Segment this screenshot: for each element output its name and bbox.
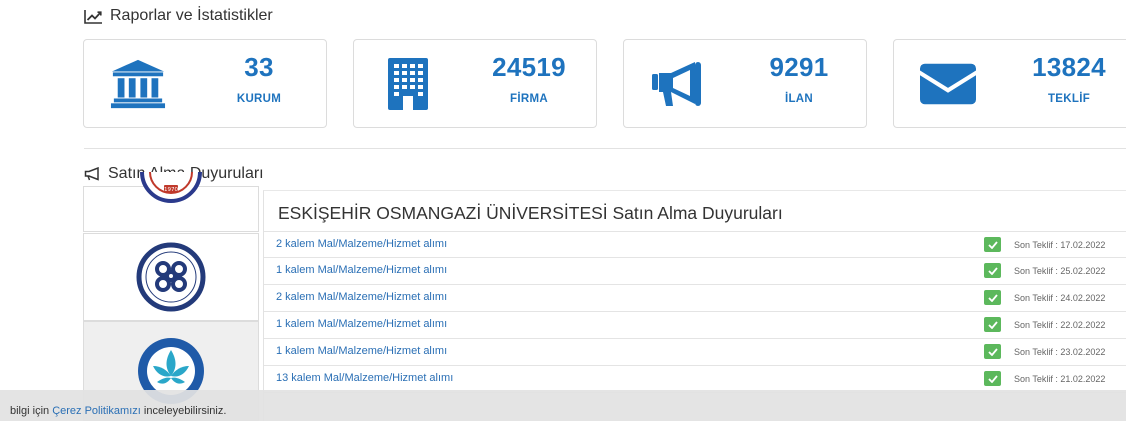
stats-cards: 33 KURUM 24519 FİRMA 9291 İLAN 13824 TEK… <box>83 39 1126 128</box>
deadline-text: Son Teklif : 22.02.2022 <box>1014 320 1106 330</box>
stat-label: TEKLİF <box>1047 93 1091 105</box>
cookie-policy-link[interactable]: Çerez Politikamızı <box>52 405 141 417</box>
check-icon <box>984 317 1001 332</box>
reports-title: Raporlar ve İstatistikler <box>110 7 273 24</box>
announcement-link[interactable]: 13 kalem Mal/Malzeme/Hizmet alımı <box>276 372 453 384</box>
university-seal-icon: 1970 <box>140 171 202 203</box>
list-item: 2 kalem Mal/Malzeme/Hizmet alımı Son Tek… <box>264 285 1126 312</box>
building-icon <box>380 56 436 112</box>
stat-card-offers[interactable]: 13824 TEKLİF <box>893 39 1126 128</box>
deadline-text: Son Teklif : 23.02.2022 <box>1014 347 1106 357</box>
announcement-link[interactable]: 1 kalem Mal/Malzeme/Hizmet alımı <box>276 318 447 330</box>
deadline-text: Son Teklif : 17.02.2022 <box>1014 240 1106 250</box>
announcements-panel: ESKİŞEHİR OSMANGAZİ ÜNİVERSİTESİ Satın A… <box>263 190 1126 421</box>
check-icon <box>984 237 1001 252</box>
announcement-link[interactable]: 1 kalem Mal/Malzeme/Hizmet alımı <box>276 264 447 276</box>
envelope-icon <box>920 56 976 112</box>
deadline-text: Son Teklif : 25.02.2022 <box>1014 266 1106 276</box>
megaphone-outline-icon <box>84 167 101 181</box>
line-chart-icon <box>84 9 103 24</box>
cookie-bar: bilgi için Çerez Politikamızı inceleyebi… <box>0 390 1126 421</box>
list-item: 13 kalem Mal/Malzeme/Hizmet alımı Son Te… <box>264 366 1126 393</box>
check-icon <box>984 371 1001 386</box>
panel-title: ESKİŞEHİR OSMANGAZİ ÜNİVERSİTESİ Satın A… <box>278 203 783 223</box>
section-divider <box>84 148 1126 149</box>
university-seal-icon <box>136 242 206 312</box>
stat-value: 24519 <box>492 52 566 82</box>
stat-value: 13824 <box>1032 52 1106 82</box>
stat-card-institutions[interactable]: 33 KURUM <box>83 39 327 128</box>
announcement-link[interactable]: 1 kalem Mal/Malzeme/Hizmet alımı <box>276 345 447 357</box>
check-icon <box>984 263 1001 278</box>
logo-year: 1970 <box>164 187 178 193</box>
stat-value: 33 <box>244 52 274 82</box>
cookie-text-suffix: inceleyebilirsiniz. <box>140 405 227 417</box>
megaphone-icon <box>650 56 706 112</box>
logo-institution-2[interactable] <box>83 233 259 321</box>
page: Raporlar ve İstatistikler 33 KURUM 24519… <box>0 0 1126 421</box>
check-icon <box>984 344 1001 359</box>
list-item: 1 kalem Mal/Malzeme/Hizmet alımı Son Tek… <box>264 312 1126 339</box>
institution-icon <box>110 56 166 112</box>
stat-label: KURUM <box>236 93 282 105</box>
list-item: 1 kalem Mal/Malzeme/Hizmet alımı Son Tek… <box>264 339 1126 366</box>
stat-card-firms[interactable]: 24519 FİRMA <box>353 39 597 128</box>
cookie-text: bilgi için Çerez Politikamızı inceleyebi… <box>10 405 226 417</box>
announcement-link[interactable]: 2 kalem Mal/Malzeme/Hizmet alımı <box>276 291 447 303</box>
stat-label: İLAN <box>784 93 814 105</box>
deadline-text: Son Teklif : 24.02.2022 <box>1014 293 1106 303</box>
check-icon <box>984 290 1001 305</box>
reports-header: Raporlar ve İstatistikler <box>84 7 273 25</box>
announcement-link[interactable]: 2 kalem Mal/Malzeme/Hizmet alımı <box>276 238 447 250</box>
stat-value: 9291 <box>769 52 829 82</box>
logo-institution-1[interactable]: 1970 <box>83 171 259 232</box>
announcement-list: 2 kalem Mal/Malzeme/Hizmet alımı Son Tek… <box>264 231 1126 393</box>
cookie-text-prefix: bilgi için <box>10 405 53 417</box>
stat-label: FİRMA <box>510 93 548 105</box>
institution-logos: 1970 <box>83 171 259 421</box>
stat-card-announcements[interactable]: 9291 İLAN <box>623 39 867 128</box>
list-item: 2 kalem Mal/Malzeme/Hizmet alımı Son Tek… <box>264 231 1126 258</box>
deadline-text: Son Teklif : 21.02.2022 <box>1014 374 1106 384</box>
list-item: 1 kalem Mal/Malzeme/Hizmet alımı Son Tek… <box>264 258 1126 285</box>
